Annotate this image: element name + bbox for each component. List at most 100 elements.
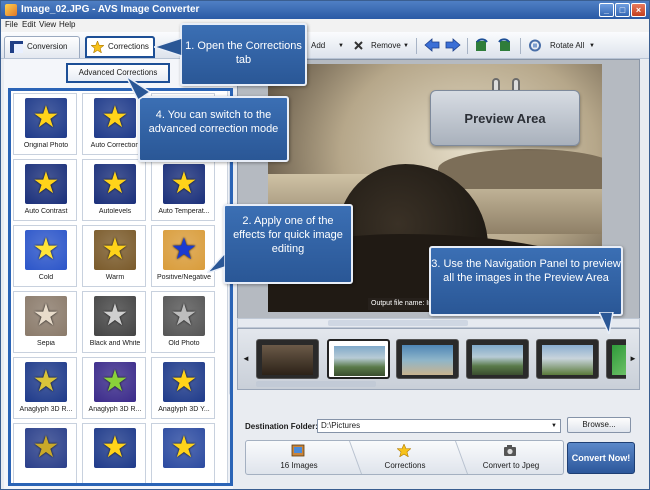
tab-corrections-label: Corrections <box>108 42 149 51</box>
effect-item[interactable]: ★ Auto Contrast <box>13 159 77 221</box>
effect-item[interactable]: ★ Positive/Negative <box>151 225 215 287</box>
arrow-right-icon[interactable] <box>445 38 461 52</box>
effect-thumbnail: ★ <box>163 230 205 270</box>
star-icon: ★ <box>170 167 198 200</box>
effect-thumbnail: ★ <box>25 428 67 468</box>
remove-dropdown-icon[interactable]: ▼ <box>403 39 409 53</box>
convert-now-button[interactable]: Convert Now! <box>567 442 635 474</box>
star-icon: ★ <box>170 233 198 266</box>
effect-label: Old Photo <box>168 340 200 347</box>
effect-label: Black and White <box>89 340 141 347</box>
rotate-left-icon[interactable] <box>474 38 490 52</box>
tab-corrections[interactable]: Corrections <box>85 36 155 58</box>
close-button[interactable]: × <box>631 3 646 17</box>
effect-item[interactable]: ★ <box>151 423 215 483</box>
star-icon: ★ <box>170 431 198 464</box>
effect-item[interactable]: ★ Auto Temperat... <box>151 159 215 221</box>
step-images[interactable]: 16 Images <box>246 441 352 474</box>
conversion-icon <box>10 41 23 53</box>
toolbar-divider <box>520 38 521 54</box>
destination-value: D:\Pictures <box>321 421 361 430</box>
star-icon: ★ <box>101 299 129 332</box>
step-convert-label: Convert to Jpeg <box>482 461 540 470</box>
nav-thumbnail[interactable] <box>256 339 319 379</box>
window-title: Image_02.JPG - AVS Image Converter <box>21 4 200 15</box>
effect-item[interactable]: ★ Cold <box>13 225 77 287</box>
effect-item[interactable]: ★ <box>13 423 77 483</box>
scroll-down-icon[interactable]: ▼ <box>228 473 230 479</box>
nav-scroll-thumb[interactable] <box>256 381 376 387</box>
advanced-corrections-button[interactable]: Advanced Corrections <box>66 63 170 83</box>
destination-folder-input[interactable]: D:\Pictures ▼ <box>317 419 561 433</box>
effect-item[interactable]: ★ Black and White <box>82 291 146 353</box>
nav-thumbnail-selected[interactable] <box>327 339 390 379</box>
effect-label: Anaglyph 3D R... <box>88 406 142 413</box>
star-icon: ★ <box>32 101 60 134</box>
step-convert[interactable]: Convert to Jpeg <box>458 441 564 474</box>
menu-view[interactable]: View <box>39 20 56 29</box>
effect-label: Autolevels <box>98 208 132 215</box>
effect-item[interactable]: ★ Warm <box>82 225 146 287</box>
remove-button[interactable]: Remove <box>371 39 401 53</box>
star-icon: ★ <box>101 233 129 266</box>
effect-item[interactable]: ★ Anaglyph 3D R... <box>13 357 77 419</box>
tab-conversion[interactable]: Conversion <box>4 36 80 58</box>
nav-thumbnail[interactable] <box>396 339 459 379</box>
star-icon: ★ <box>32 365 60 398</box>
star-icon: ★ <box>170 365 198 398</box>
effect-thumbnail: ★ <box>25 230 67 270</box>
rotate-right-icon[interactable] <box>496 38 512 52</box>
camera-icon <box>504 445 516 456</box>
remove-icon <box>354 41 363 50</box>
rotate-all-button[interactable]: Rotate All <box>550 39 584 53</box>
effect-item[interactable]: ★ Old Photo <box>151 291 215 353</box>
step-images-label: 16 Images <box>280 461 318 470</box>
callout-arrow-4 <box>126 76 150 100</box>
destination-dropdown-icon[interactable]: ▼ <box>549 420 559 432</box>
effect-label: Positive/Negative <box>156 274 212 281</box>
callout-arrow-1 <box>154 38 182 56</box>
effect-item[interactable]: ★ Auto Correction <box>82 93 146 155</box>
effect-item[interactable]: ★ <box>82 423 146 483</box>
preview-scroll-thumb[interactable] <box>328 320 468 326</box>
preview-hscrollbar[interactable] <box>237 318 640 328</box>
effect-thumbnail: ★ <box>94 362 136 402</box>
arrow-left-icon[interactable] <box>424 38 440 52</box>
menu-file[interactable]: File <box>5 20 18 29</box>
callout-arrow-2 <box>207 253 225 273</box>
effect-item[interactable]: ★ Sepia <box>13 291 77 353</box>
app-icon <box>5 4 17 16</box>
menu-edit[interactable]: Edit <box>22 20 36 29</box>
maximize-button[interactable]: □ <box>615 3 630 17</box>
effect-item[interactable]: ★ Anaglyph 3D R... <box>82 357 146 419</box>
step-corrections[interactable]: Corrections <box>352 441 458 474</box>
effect-label: Warm <box>105 274 125 281</box>
effect-label: Auto Contrast <box>24 208 68 215</box>
star-icon <box>397 444 411 457</box>
add-button[interactable]: Add <box>311 39 325 53</box>
remove-label: Remove <box>371 41 401 50</box>
callout-open-corrections: 1. Open the Corrections tab <box>180 23 307 86</box>
effect-thumbnail: ★ <box>25 296 67 336</box>
star-icon <box>91 41 104 53</box>
nav-thumbnail[interactable] <box>606 339 626 379</box>
navigation-panel: ◄ ► <box>237 328 640 390</box>
effect-label: Anaglyph 3D Y... <box>158 406 210 413</box>
nav-right-icon[interactable]: ► <box>628 349 638 369</box>
nav-thumbnail[interactable] <box>466 339 529 379</box>
menu-help[interactable]: Help <box>59 20 75 29</box>
nav-left-icon[interactable]: ◄ <box>241 349 251 369</box>
browse-button[interactable]: Browse... <box>567 417 631 433</box>
nav-thumbnail[interactable] <box>536 339 599 379</box>
effect-label: Cold <box>38 274 54 281</box>
effect-thumbnail: ★ <box>163 296 205 336</box>
effect-item[interactable]: ★ Autolevels <box>82 159 146 221</box>
effect-thumbnail: ★ <box>163 428 205 468</box>
minimize-button[interactable]: _ <box>599 3 614 17</box>
rotate-all-dropdown-icon[interactable]: ▼ <box>589 39 595 53</box>
effect-item[interactable]: ★ Original Photo <box>13 93 77 155</box>
star-icon: ★ <box>101 167 129 200</box>
effect-thumbnail: ★ <box>163 362 205 402</box>
add-dropdown-icon[interactable]: ▼ <box>338 39 344 53</box>
effect-item[interactable]: ★ Anaglyph 3D Y... <box>151 357 215 419</box>
